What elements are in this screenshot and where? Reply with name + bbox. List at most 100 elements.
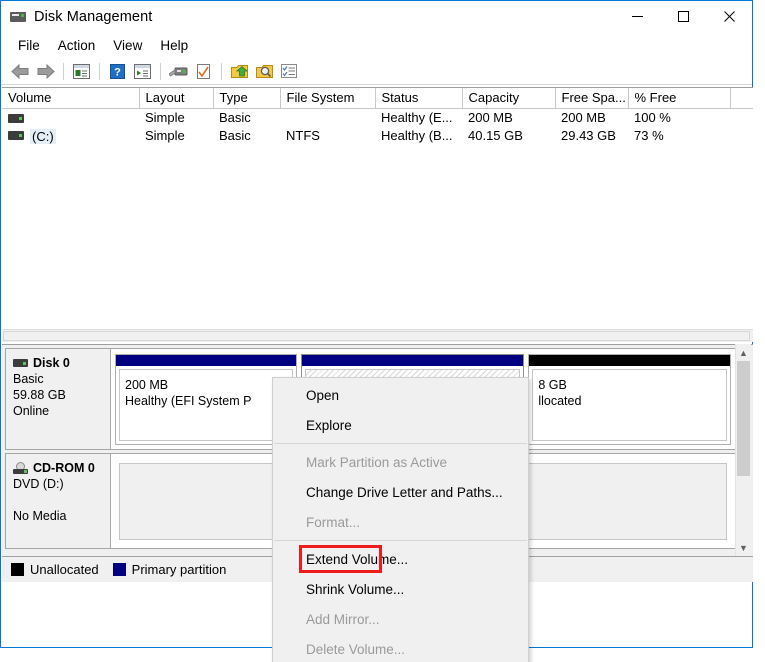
context-menu-item-change-drive-letter-and-paths[interactable]: Change Drive Letter and Paths... <box>273 477 528 507</box>
disk-management-icon <box>10 9 26 25</box>
volume-table: Volume Layout Type File System Status Ca… <box>2 88 753 145</box>
efi-partition-status: Healthy (EFI System P <box>125 394 252 408</box>
column-header-file-system[interactable]: File System <box>280 88 376 109</box>
scroll-up-arrow-icon[interactable]: ▲ <box>736 344 751 361</box>
cell-percent-free: 73 % <box>634 128 664 144</box>
table-row[interactable]: Simple Basic Healthy (E... 200 MB 200 MB… <box>2 109 753 127</box>
cell-layout: Simple <box>145 128 185 144</box>
cell-status: Healthy (E... <box>381 110 453 126</box>
cell-type: Basic <box>219 110 251 126</box>
unallocated-partition-size: 8 GB <box>538 378 567 392</box>
scroll-down-arrow-icon[interactable]: ▼ <box>736 539 751 556</box>
disk0-info: Disk 0 Basic 59.88 GB Online <box>6 349 111 449</box>
cdrom0-name: CD-ROM 0 <box>33 461 95 475</box>
unallocated-partition-body: 8 GB llocated <box>532 369 728 441</box>
column-header-blank[interactable] <box>730 88 753 109</box>
screenshot-root: Disk Management File Action View Help ? … <box>0 0 765 662</box>
cell-volume[interactable] <box>2 109 139 127</box>
cell-layout: Simple <box>145 110 185 126</box>
cell-type: Basic <box>219 128 251 144</box>
partition-context-menu: Open Explore Mark Partition as Active Ch… <box>272 377 529 662</box>
cdrom0-state: No Media <box>13 509 67 523</box>
cell-blank <box>730 127 753 145</box>
context-menu-item-delete-volume: Delete Volume... <box>306 641 406 657</box>
volume-drive-icon <box>8 113 24 123</box>
context-menu-item-extend-volume[interactable]: Extend Volume... <box>273 544 528 574</box>
efi-system-partition[interactable]: 200 MB Healthy (EFI System P <box>115 354 297 445</box>
vertical-scrollbar-thumb[interactable] <box>737 361 750 476</box>
cell-volume[interactable]: (C:) <box>2 127 139 145</box>
column-header-capacity[interactable]: Capacity <box>462 88 556 109</box>
legend-item-unallocated: Unallocated <box>11 562 99 577</box>
efi-partition-body: 200 MB Healthy (EFI System P <box>119 369 293 441</box>
column-header-free-space[interactable]: Free Spa... <box>555 88 629 109</box>
unallocated-partition[interactable]: 8 GB llocated <box>528 354 732 445</box>
detail-view-icon[interactable] <box>277 60 301 82</box>
menu-view[interactable]: View <box>104 36 151 55</box>
unallocated-partition-capbar <box>529 355 731 366</box>
disk-icon <box>13 359 28 367</box>
forward-icon[interactable] <box>33 60 57 82</box>
show-hide-action-pane-icon[interactable] <box>130 60 154 82</box>
properties-icon[interactable] <box>191 60 215 82</box>
column-header-type[interactable]: Type <box>213 88 281 109</box>
rescan-disks-icon[interactable] <box>166 60 190 82</box>
toolbar: ? <box>1 58 752 85</box>
efi-partition-capbar <box>116 355 296 366</box>
column-header-layout[interactable]: Layout <box>139 88 214 109</box>
legend-item-primary-partition: Primary partition <box>112 562 227 577</box>
context-menu-item-open[interactable]: Open <box>273 380 528 410</box>
caption-button-group <box>614 1 752 32</box>
context-menu-item-explore[interactable]: Explore <box>273 410 528 440</box>
context-menu-item-mark-partition-as-active: Mark Partition as Active <box>306 454 448 470</box>
context-menu-item-format: Format... <box>306 514 361 530</box>
context-menu-item-add-mirror: Add Mirror... <box>306 611 380 627</box>
menu-file[interactable]: File <box>9 36 49 55</box>
disk0-size: 59.88 GB <box>13 388 66 402</box>
volume-drive-icon <box>8 131 24 141</box>
svg-text:?: ? <box>114 66 121 78</box>
efi-partition-size: 200 MB <box>125 378 169 392</box>
cell-file-system <box>280 109 375 127</box>
menu-action[interactable]: Action <box>49 36 105 55</box>
help-icon[interactable]: ? <box>105 60 129 82</box>
column-header-status[interactable]: Status <box>375 88 463 109</box>
maximize-button[interactable] <box>660 1 706 32</box>
legend-label-unallocated: Unallocated <box>30 562 99 577</box>
context-menu-separator-1 <box>274 443 527 444</box>
show-hide-console-tree-icon[interactable] <box>69 60 93 82</box>
table-row[interactable]: (C:) Simple Basic NTFS Healthy (B... 40.… <box>2 127 753 145</box>
horizontal-scrollbar[interactable] <box>2 329 753 342</box>
menu-bar: File Action View Help <box>1 32 752 58</box>
legend-label-primary-partition: Primary partition <box>131 562 227 577</box>
legend-swatch-primary-partition <box>112 563 126 576</box>
cdrom0-info: CD-ROM 0 DVD (D:) No Media <box>6 454 111 548</box>
cell-file-system: NTFS <box>286 128 320 144</box>
cell-free-space: 200 MB <box>561 110 606 126</box>
context-menu-item-shrink-volume[interactable]: Shrink Volume... <box>273 574 528 604</box>
menu-help[interactable]: Help <box>151 36 197 55</box>
minimize-button[interactable] <box>614 1 660 32</box>
column-header-volume[interactable]: Volume <box>2 88 140 109</box>
volume-table-header-row: Volume Layout Type File System Status Ca… <box>2 88 753 109</box>
window-title: Disk Management <box>34 8 153 25</box>
back-icon[interactable] <box>8 60 32 82</box>
cell-capacity: 40.15 GB <box>468 128 523 144</box>
horizontal-scrollbar-thumb[interactable] <box>3 331 750 341</box>
vertical-scrollbar-track[interactable] <box>736 361 751 539</box>
graphical-view-vertical-scrollbar[interactable]: ▲ ▼ <box>735 344 751 556</box>
find-icon[interactable] <box>252 60 276 82</box>
column-header-percent-free[interactable]: % Free <box>628 88 731 109</box>
toolbar-separator-2 <box>99 62 100 80</box>
close-button[interactable] <box>706 1 752 32</box>
toolbar-separator-1 <box>63 62 64 80</box>
disk0-type: Basic <box>13 372 44 386</box>
context-menu-separator-2 <box>274 540 527 541</box>
cell-free-space: 29.43 GB <box>561 128 616 144</box>
export-list-icon[interactable] <box>227 60 251 82</box>
cell-status: Healthy (B... <box>381 128 453 144</box>
cell-percent-free: 100 % <box>634 110 671 126</box>
cdrom0-type: DVD (D:) <box>13 477 64 491</box>
disk-management-window: Disk Management File Action View Help ? … <box>0 0 753 662</box>
cell-blank <box>730 109 753 127</box>
